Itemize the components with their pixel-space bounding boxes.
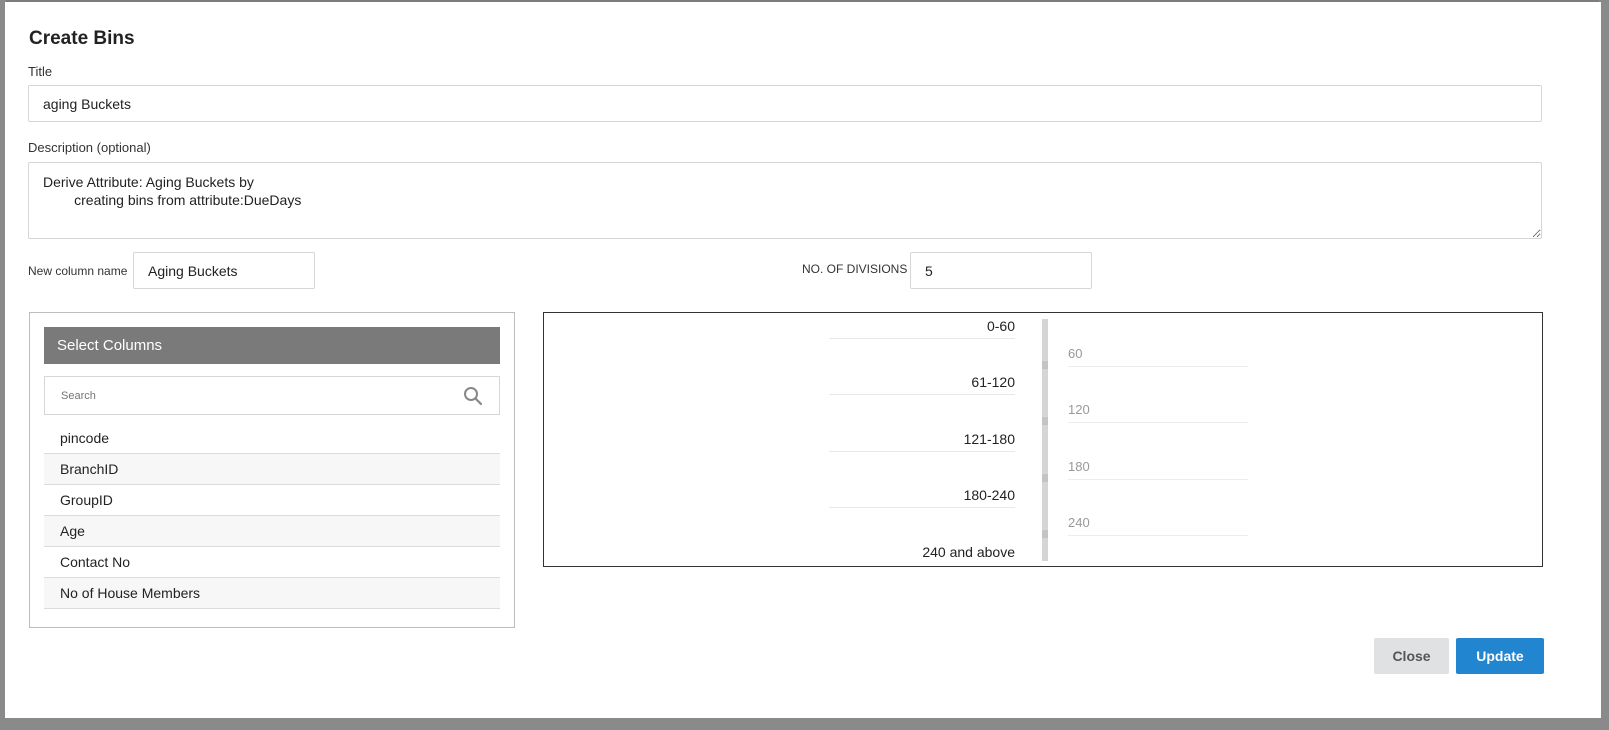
column-item-age[interactable]: Age: [44, 516, 500, 547]
divisions-input[interactable]: [910, 252, 1092, 289]
new-column-name-label: New column name: [28, 264, 128, 278]
description-textarea[interactable]: Derive Attribute: Aging Buckets by creat…: [28, 162, 1542, 239]
slider-handle[interactable]: [1042, 361, 1048, 369]
title-input[interactable]: [28, 85, 1542, 122]
bin-label: 121-180: [829, 430, 1015, 452]
column-list: pincode BranchID GroupID Age Contact No …: [44, 423, 500, 609]
bin-slider-track[interactable]: [1042, 319, 1048, 561]
modal-title: Create Bins: [29, 28, 135, 49]
slider-handle[interactable]: [1042, 417, 1048, 425]
search-icon[interactable]: [463, 386, 483, 406]
bin-label: 180-240: [829, 486, 1015, 508]
boundary-label: 180: [1068, 459, 1248, 480]
boundary-label: 240: [1068, 515, 1248, 536]
slider-handle[interactable]: [1042, 474, 1048, 482]
background-page-bottom-edge: [0, 718, 1609, 730]
bins-range-panel: 0-60 61-120 121-180 180-240 240 and abov…: [543, 312, 1543, 567]
select-columns-header: Select Columns: [44, 327, 500, 364]
bin-label: 61-120: [829, 373, 1015, 395]
column-item-pincode[interactable]: pincode: [44, 423, 500, 454]
slider-handle[interactable]: [1042, 530, 1048, 538]
boundary-label: 120: [1068, 402, 1248, 423]
new-column-name-input[interactable]: [133, 252, 315, 289]
create-bins-modal: Create Bins Title Description (optional)…: [5, 2, 1601, 718]
title-label: Title: [28, 64, 53, 79]
select-columns-panel: Select Columns pincode BranchID GroupID …: [29, 312, 515, 628]
column-search-input[interactable]: [59, 377, 443, 415]
bin-label: 0-60: [829, 317, 1015, 339]
boundary-label: 60: [1068, 346, 1248, 367]
divisions-label: NO. OF DIVISIONS: [802, 262, 908, 276]
description-label: Description (optional): [28, 140, 151, 155]
update-button[interactable]: Update: [1456, 638, 1544, 674]
column-search-box: [44, 376, 500, 415]
column-item-house-members[interactable]: No of House Members: [44, 578, 500, 609]
column-item-groupid[interactable]: GroupID: [44, 485, 500, 516]
close-button[interactable]: Close: [1374, 638, 1449, 674]
bin-label: 240 and above: [922, 544, 1015, 560]
column-item-contact-no[interactable]: Contact No: [44, 547, 500, 578]
column-item-branchid[interactable]: BranchID: [44, 454, 500, 485]
